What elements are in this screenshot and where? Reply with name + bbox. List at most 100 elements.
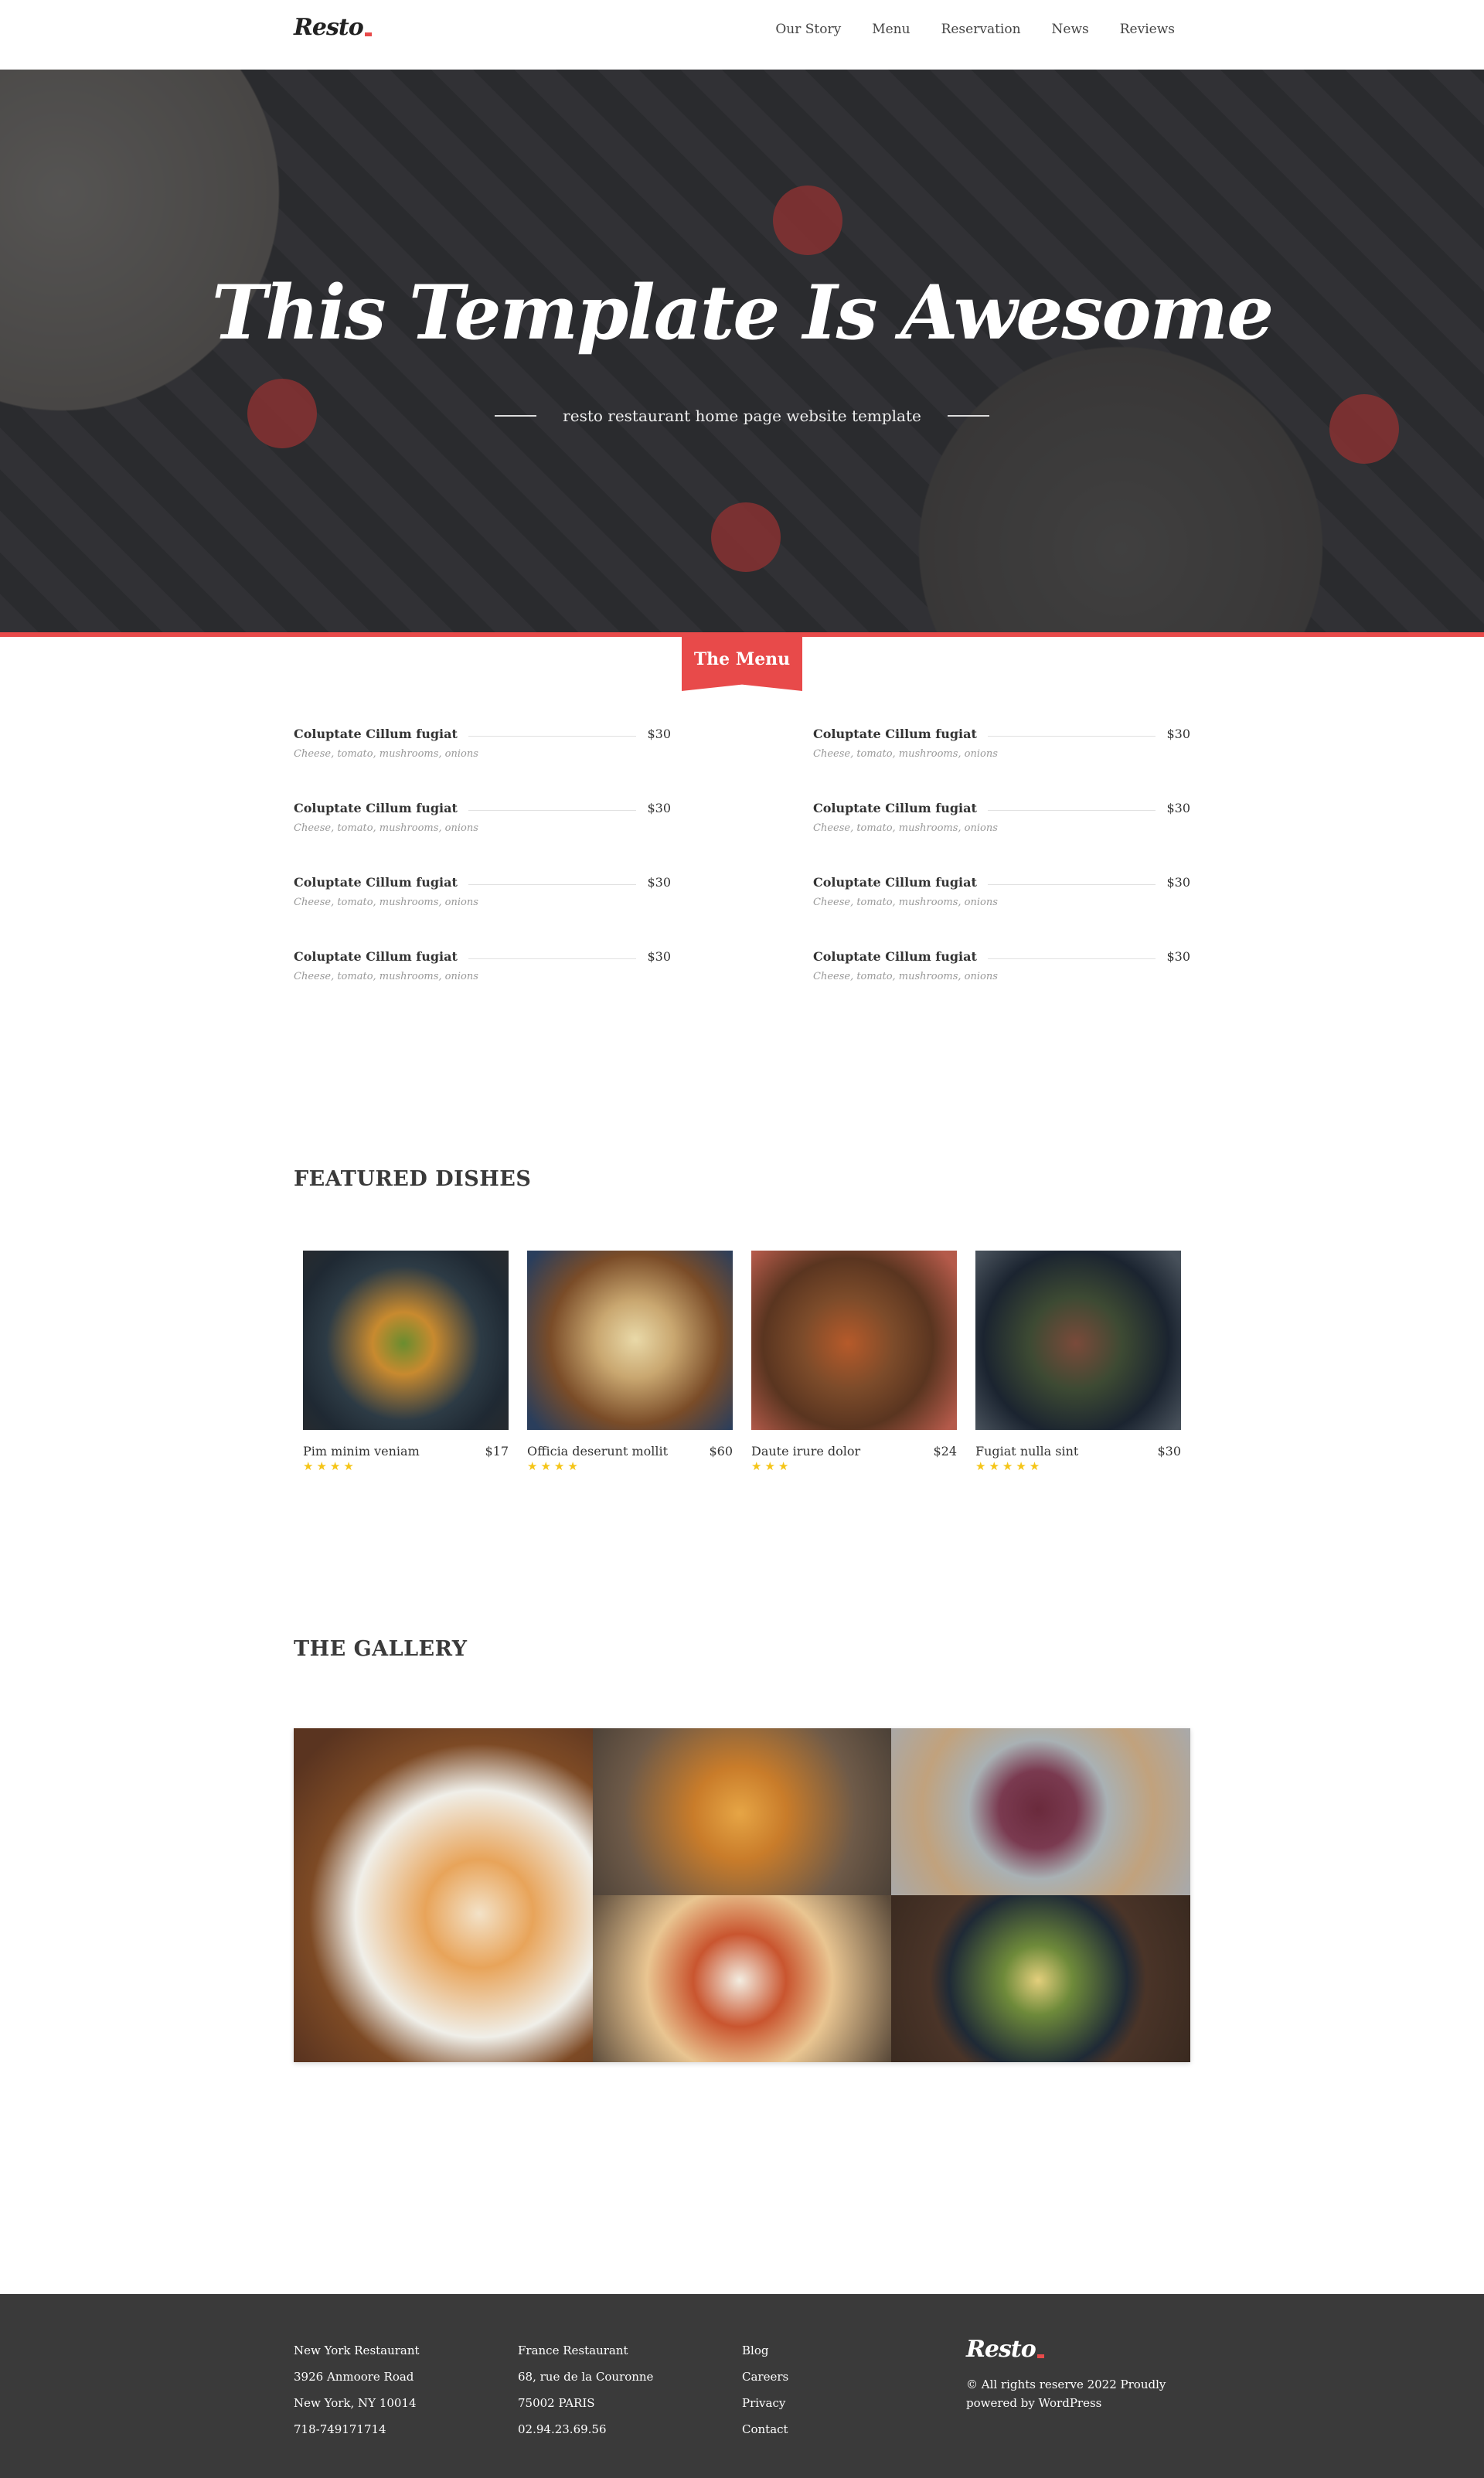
nav-our-story[interactable]: Our Story xyxy=(775,22,841,37)
menu-tab[interactable]: The Menu xyxy=(682,637,802,691)
menu-item-desc: Cheese, tomato, mushrooms, onions xyxy=(294,822,478,834)
menu-item[interactable]: Coluptate Cillum fugiat $30 Cheese, toma… xyxy=(813,801,1190,847)
gallery-title: THE GALLERY xyxy=(294,1637,468,1661)
menu-item-price: $30 xyxy=(1156,949,1190,964)
footer-text: 3926 Anmoore Road xyxy=(294,2370,414,2384)
dish-price: $24 xyxy=(933,1444,957,1459)
dish-name: Daute irure dolor xyxy=(751,1444,861,1459)
logo-dot-icon xyxy=(364,32,372,36)
menu-item-desc: Cheese, tomato, mushrooms, onions xyxy=(294,897,478,908)
menu-item-name: Coluptate Cillum fugiat xyxy=(294,727,468,741)
footer-text: 68, rue de la Couronne xyxy=(518,2370,654,2384)
footer-text: New York Restaurant xyxy=(294,2344,420,2357)
menu-item-price: $30 xyxy=(1156,727,1190,741)
footer-phone[interactable]: 02.94.23.69.56 xyxy=(518,2416,653,2442)
menu-item[interactable]: Coluptate Cillum fugiat $30 Cheese, toma… xyxy=(294,727,671,773)
dish-card[interactable]: Officia deserunt mollit $60 ★★★★ xyxy=(527,1251,733,1482)
menu-item-desc: Cheese, tomato, mushrooms, onions xyxy=(813,822,998,834)
star-rating-icon: ★★★★ xyxy=(527,1459,581,1473)
site-header: Resto Our Story Menu Reservation News Re… xyxy=(0,0,1484,70)
menu-item-price: $30 xyxy=(1156,801,1190,815)
gallery-image[interactable] xyxy=(593,1728,891,1895)
footer-link-privacy[interactable]: Privacy xyxy=(742,2390,788,2416)
site-footer: New York Restaurant 3926 Anmoore Road Ne… xyxy=(0,2294,1484,2478)
dish-card[interactable]: Pim minim veniam $17 ★★★★ xyxy=(303,1251,509,1482)
menu-item-desc: Cheese, tomato, mushrooms, onions xyxy=(294,971,478,982)
menu-item-desc: Cheese, tomato, mushrooms, onions xyxy=(813,971,998,982)
footer-link-contact[interactable]: Contact xyxy=(742,2416,788,2442)
star-rating-icon: ★★★ xyxy=(751,1459,792,1473)
menu-item-price: $30 xyxy=(636,875,671,890)
logo-text: Resto xyxy=(294,14,364,41)
menu-item[interactable]: Coluptate Cillum fugiat $30 Cheese, toma… xyxy=(813,875,1190,921)
nav-reservation[interactable]: Reservation xyxy=(941,22,1021,37)
subtitle-rule-left xyxy=(495,415,537,417)
star-rating-icon: ★★★★ xyxy=(303,1459,357,1473)
menu-item-name: Coluptate Cillum fugiat xyxy=(813,801,988,815)
hero-subtitle: resto restaurant home page website templ… xyxy=(563,407,921,425)
gallery-image[interactable] xyxy=(891,1728,1190,1895)
dish-card[interactable]: Daute irure dolor $24 ★★★ xyxy=(751,1251,957,1482)
accent-divider xyxy=(0,632,1484,637)
dish-name: Pim minim veniam xyxy=(303,1444,420,1459)
copyright-text: © All rights reserve 2022 Proudly powere… xyxy=(966,2378,1166,2410)
menu-item-name: Coluptate Cillum fugiat xyxy=(813,727,988,741)
logo-dot-icon xyxy=(1036,2354,1044,2358)
footer-link-careers[interactable]: Careers xyxy=(742,2364,788,2390)
hero-decoration xyxy=(773,186,842,255)
footer-link-blog[interactable]: Blog xyxy=(742,2337,788,2364)
dish-price: $60 xyxy=(709,1444,733,1459)
footer-logo[interactable]: Resto xyxy=(966,2336,1044,2363)
footer-text: 75002 PARIS xyxy=(518,2396,595,2410)
hero-decoration xyxy=(1329,394,1399,464)
gallery-grid xyxy=(294,1728,1190,2062)
dish-image[interactable] xyxy=(303,1251,509,1430)
dish-card[interactable]: Fugiat nulla sint $30 ★★★★★ xyxy=(975,1251,1181,1482)
footer-text: New York, NY 10014 xyxy=(294,2396,417,2410)
menu-item-name: Coluptate Cillum fugiat xyxy=(813,949,988,964)
subtitle-rule-right xyxy=(947,415,989,417)
footer-links: Blog Careers Privacy Contact xyxy=(742,2337,788,2442)
footer-fr-address: France Restaurant 68, rue de la Couronne… xyxy=(518,2337,653,2442)
site-logo[interactable]: Resto xyxy=(294,14,372,41)
menu-item-desc: Cheese, tomato, mushrooms, onions xyxy=(813,897,998,908)
menu-item-name: Coluptate Cillum fugiat xyxy=(813,875,988,890)
featured-title: FEATURED DISHES xyxy=(294,1167,532,1191)
menu-item-name: Coluptate Cillum fugiat xyxy=(294,949,468,964)
gallery-image[interactable] xyxy=(593,1895,891,2062)
footer-phone[interactable]: 718-749171714 xyxy=(294,2416,420,2442)
menu-item[interactable]: Coluptate Cillum fugiat $30 Cheese, toma… xyxy=(294,949,671,996)
dish-price: $17 xyxy=(485,1444,509,1459)
menu-item[interactable]: Coluptate Cillum fugiat $30 Cheese, toma… xyxy=(813,727,1190,773)
gallery-image[interactable] xyxy=(294,1728,593,2062)
gallery-image[interactable] xyxy=(891,1895,1190,2062)
menu-item[interactable]: Coluptate Cillum fugiat $30 Cheese, toma… xyxy=(294,801,671,847)
menu-item-desc: Cheese, tomato, mushrooms, onions xyxy=(294,748,478,760)
menu-item-name: Coluptate Cillum fugiat xyxy=(294,875,468,890)
hero-banner: This Template Is Awesome resto restauran… xyxy=(0,70,1484,635)
hero-title: This Template Is Awesome xyxy=(211,269,1274,356)
dish-name: Fugiat nulla sint xyxy=(975,1444,1079,1459)
dish-image[interactable] xyxy=(527,1251,733,1430)
star-rating-icon: ★★★★★ xyxy=(975,1459,1043,1473)
dish-image[interactable] xyxy=(975,1251,1181,1430)
menu-item[interactable]: Coluptate Cillum fugiat $30 Cheese, toma… xyxy=(294,875,671,921)
hero-decoration xyxy=(711,502,781,572)
dish-image[interactable] xyxy=(751,1251,957,1430)
menu-item[interactable]: Coluptate Cillum fugiat $30 Cheese, toma… xyxy=(813,949,1190,996)
menu-item-price: $30 xyxy=(1156,875,1190,890)
menu-item-price: $30 xyxy=(636,801,671,815)
footer-ny-address: New York Restaurant 3926 Anmoore Road Ne… xyxy=(294,2337,420,2442)
dish-price: $30 xyxy=(1157,1444,1181,1459)
dish-name: Officia deserunt mollit xyxy=(527,1444,669,1459)
nav-menu[interactable]: Menu xyxy=(872,22,910,37)
hero-subtitle-row: resto restaurant home page website templ… xyxy=(0,407,1484,425)
nav-reviews[interactable]: Reviews xyxy=(1120,22,1175,37)
menu-item-price: $30 xyxy=(636,949,671,964)
menu-item-desc: Cheese, tomato, mushrooms, onions xyxy=(813,748,998,760)
menu-item-name: Coluptate Cillum fugiat xyxy=(294,801,468,815)
main-nav: Our Story Menu Reservation News Reviews xyxy=(775,22,1175,37)
footer-text: France Restaurant xyxy=(518,2344,628,2357)
menu-item-price: $30 xyxy=(636,727,671,741)
nav-news[interactable]: News xyxy=(1052,22,1089,37)
